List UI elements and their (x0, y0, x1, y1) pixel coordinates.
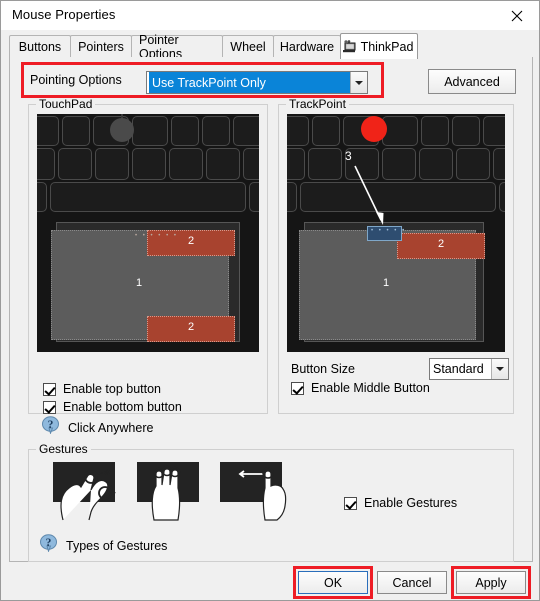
enable-top-button-checkbox[interactable]: Enable top button (43, 382, 161, 396)
checkbox-box (43, 401, 56, 414)
pointing-options-value: Use TrackPoint Only (149, 72, 350, 93)
enable-gestures-checkbox[interactable]: Enable Gestures (344, 496, 457, 510)
advanced-button[interactable]: Advanced (428, 69, 516, 94)
chevron-down-icon[interactable] (491, 359, 508, 379)
title-bar: Mouse Properties (1, 1, 539, 31)
window-title: Mouse Properties (12, 7, 115, 22)
gestures-group-label: Gestures (36, 442, 91, 456)
middle-button-dots-icon: • • • • • • (135, 233, 178, 239)
cancel-button-label: Cancel (393, 576, 432, 590)
trackpoint-group: TrackPoint 1 (278, 104, 514, 414)
button-size-value: Standard (430, 359, 491, 379)
enable-gestures-label: Enable Gestures (364, 496, 457, 510)
three-finger-gesture-icon (134, 460, 206, 522)
enable-top-button-label: Enable top button (63, 382, 161, 396)
question-help-icon: ? (40, 534, 57, 557)
tab-strip: Buttons Pointers Pointer Options Wheel H… (9, 33, 533, 57)
enable-middle-button-checkbox[interactable]: Enable Middle Button (291, 381, 430, 395)
question-help-icon: ? (42, 416, 59, 439)
trackpoint-group-label: TrackPoint (286, 97, 349, 111)
apply-button[interactable]: Apply (456, 571, 526, 594)
cancel-button[interactable]: Cancel (377, 571, 447, 594)
svg-text:?: ? (46, 537, 52, 549)
trackpoint-zone-2-label: 2 (438, 238, 444, 250)
tab-thinkpad[interactable]: ThinkPad (340, 33, 418, 59)
svg-text:?: ? (48, 419, 54, 431)
button-size-label: Button Size (291, 362, 355, 376)
trackpoint-zone-3-label: 3 (345, 149, 352, 163)
tab-label: ThinkPad (361, 40, 414, 54)
pointing-options-label: Pointing Options (30, 73, 122, 87)
checkbox-box (344, 497, 357, 510)
callout-arrow-icon (347, 156, 407, 230)
thinkpad-icon (342, 40, 356, 53)
enable-bottom-button-label: Enable bottom button (63, 400, 182, 414)
touchpad-group-label: TouchPad (36, 97, 95, 111)
tab-label: Buttons (19, 40, 61, 54)
trackpoint-illustration: 1 2 • • • • • 3 (287, 114, 505, 352)
pointing-options-select[interactable]: Use TrackPoint Only (146, 71, 368, 94)
click-anywhere-help-link[interactable]: ? Click Anywhere (42, 416, 153, 439)
enable-middle-button-label: Enable Middle Button (311, 381, 430, 395)
pinch-zoom-gesture-icon (49, 460, 121, 522)
types-of-gestures-label: Types of Gestures (66, 539, 167, 553)
close-icon[interactable] (495, 1, 539, 30)
tab-wheel[interactable]: Wheel (222, 35, 274, 57)
types-of-gestures-help-link[interactable]: ? Types of Gestures (40, 534, 167, 557)
touchpad-illustration: 1 2 2 • • • • • • (37, 114, 259, 352)
one-finger-swipe-gesture-icon (217, 460, 303, 522)
touchpad-zone-top-label: 2 (188, 235, 194, 247)
tab-label: Pointers (78, 40, 124, 54)
advanced-button-label: Advanced (444, 75, 500, 89)
tab-buttons[interactable]: Buttons (9, 35, 71, 57)
checkbox-box (43, 383, 56, 396)
touchpad-group: TouchPad (28, 104, 268, 414)
click-anywhere-label: Click Anywhere (68, 421, 153, 435)
tab-pointers[interactable]: Pointers (70, 35, 132, 57)
ok-button[interactable]: OK (298, 571, 368, 594)
trackpoint-zone-1-label: 1 (383, 277, 389, 289)
ok-button-label: OK (324, 576, 342, 590)
tab-hardware[interactable]: Hardware (273, 35, 341, 57)
gestures-group: Gestures (28, 449, 514, 562)
tab-pointer-options[interactable]: Pointer Options (131, 35, 223, 57)
enable-bottom-button-checkbox[interactable]: Enable bottom button (43, 400, 182, 414)
touchpad-zone-1-label: 1 (136, 277, 142, 289)
tab-label: Wheel (230, 40, 265, 54)
chevron-down-icon[interactable] (350, 72, 367, 93)
touchpad-zone-bottom-label: 2 (188, 321, 194, 333)
apply-button-label: Apply (475, 576, 506, 590)
tab-label: Hardware (280, 40, 334, 54)
button-size-select[interactable]: Standard (429, 358, 509, 380)
checkbox-box (291, 382, 304, 395)
mouse-properties-window: Mouse Properties Buttons Pointers Pointe… (0, 0, 540, 601)
